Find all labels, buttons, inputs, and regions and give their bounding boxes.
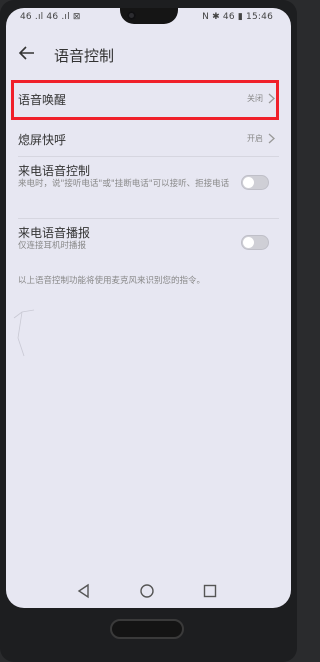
status-left: 46 .ıl 46 .ıl ⊠ <box>20 12 81 22</box>
screen-off-quick-call-row[interactable]: 熄屏快呼 开启 <box>6 122 291 156</box>
page-title: 语音控制 <box>54 47 115 65</box>
toggle-knob <box>243 237 254 248</box>
screen-off-quick-call-label: 熄屏快呼 <box>18 133 67 147</box>
back-arrow-icon[interactable] <box>18 44 36 62</box>
recent-apps-square-icon[interactable] <box>202 583 218 599</box>
screen-off-quick-call-value: 开启 <box>247 134 263 143</box>
phone-body: 46 .ıl 46 .ıl ⊠ N ✱ 46 ▮ 15:46 语音控制 语音唤醒… <box>0 0 297 662</box>
home-circle-icon[interactable] <box>139 583 155 599</box>
physical-home-key[interactable] <box>110 619 184 639</box>
incoming-call-voice-control-toggle[interactable] <box>241 175 269 190</box>
highlight-box <box>11 80 279 120</box>
title-bar: 语音控制 <box>6 42 291 70</box>
screen: 46 .ıl 46 .ıl ⊠ N ✱ 46 ▮ 15:46 语音控制 语音唤醒… <box>6 8 291 608</box>
incoming-call-voice-broadcast-label: 来电语音播报 <box>18 226 91 240</box>
incoming-call-voice-control-row: 来电语音控制 来电时，说"接听电话"或"挂断电话"可以接听、拒接电话 <box>6 162 291 212</box>
divider <box>18 156 279 157</box>
screen-crack <box>13 309 35 357</box>
status-right: N ✱ 46 ▮ 15:46 <box>202 12 273 22</box>
back-triangle-icon[interactable] <box>76 583 92 599</box>
incoming-call-voice-broadcast-row: 来电语音播报 仅连接耳机时播报 <box>6 224 291 264</box>
incoming-call-voice-broadcast-toggle[interactable] <box>241 235 269 250</box>
chevron-right-icon <box>268 133 275 144</box>
toggle-knob <box>243 177 254 188</box>
incoming-call-voice-control-desc: 来电时，说"接听电话"或"挂断电话"可以接听、拒接电话 <box>18 179 230 189</box>
navigation-bar <box>6 580 291 604</box>
footnote: 以上语音控制功能将使用麦克风来识别您的指令。 <box>18 276 206 286</box>
incoming-call-voice-broadcast-desc: 仅连接耳机时播报 <box>18 241 87 251</box>
status-bar: 46 .ıl 46 .ıl ⊠ N ✱ 46 ▮ 15:46 <box>6 12 291 28</box>
incoming-call-voice-control-label: 来电语音控制 <box>18 164 91 178</box>
divider <box>18 218 279 219</box>
